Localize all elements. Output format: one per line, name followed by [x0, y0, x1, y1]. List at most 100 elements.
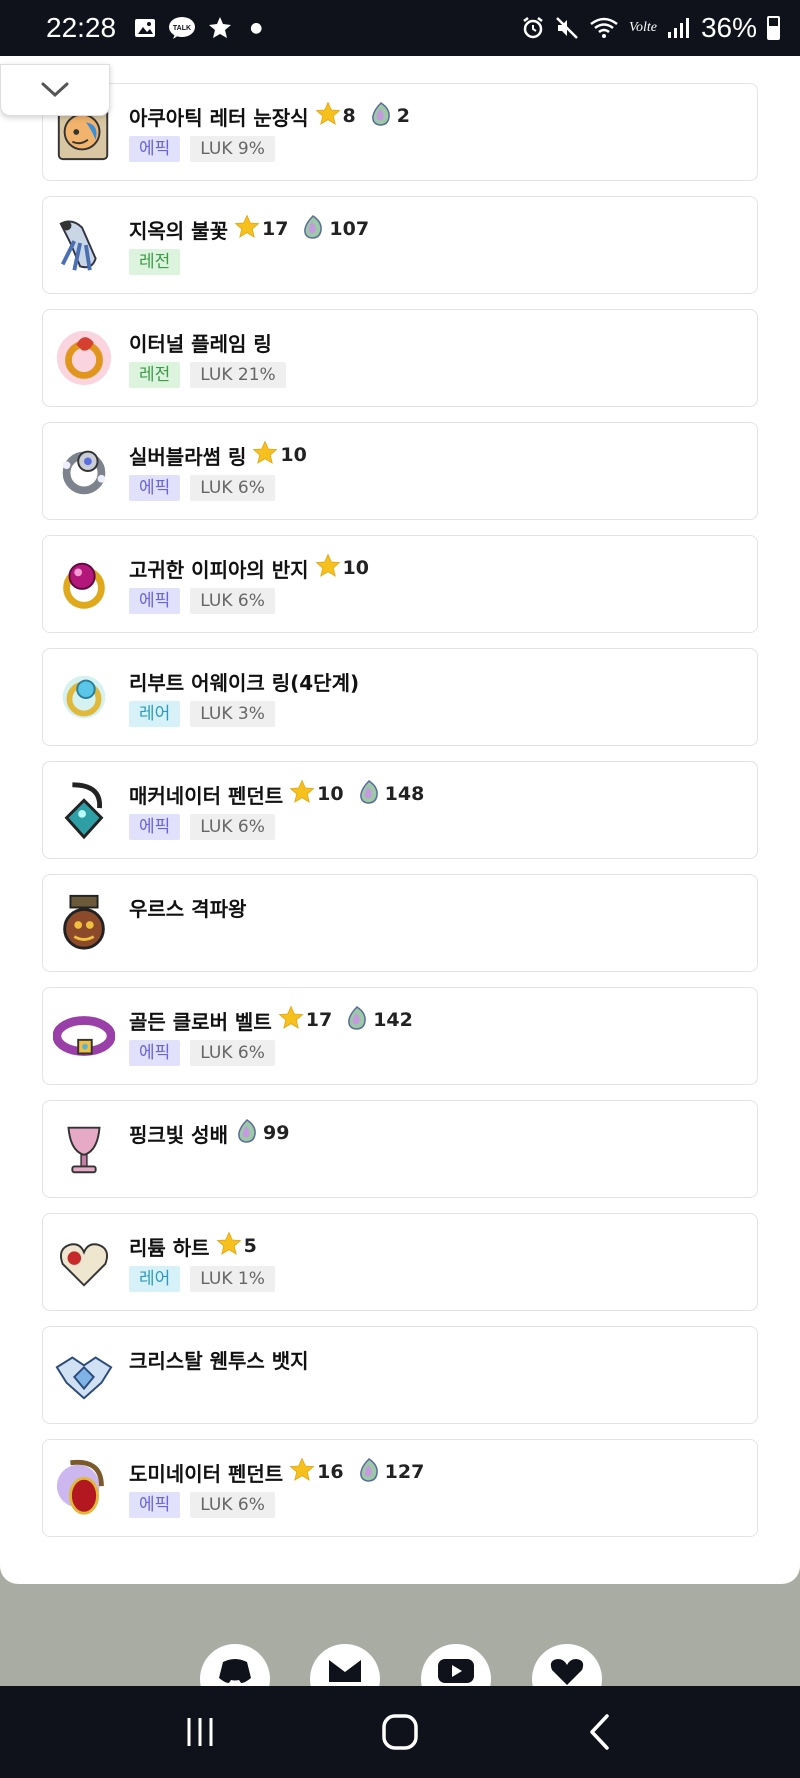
status-time: 22:28 [46, 12, 117, 43]
item-name: 고귀한 이피아의 반지 [129, 557, 309, 582]
svg-text:TALK: TALK [173, 25, 191, 32]
recent-apps-button[interactable] [170, 1702, 230, 1762]
stat-badge: LUK 1% [190, 1266, 275, 1292]
pink-holy-cup-icon [53, 1118, 115, 1180]
flame-score: 127 [384, 1461, 425, 1483]
noble-ifia-ring-icon [53, 553, 115, 615]
grade-badge: 에픽 [129, 588, 181, 614]
equipment-item[interactable]: 리튬 하트 5 레어 LUK 1% [42, 1213, 758, 1311]
item-name: 이터널 플레임 링 [129, 331, 272, 356]
equipment-item[interactable]: 도미네이터 펜던트 16 127 에픽 LUK 6% [42, 1439, 758, 1537]
equipment-item[interactable]: 고귀한 이피아의 반지 10 에픽 LUK 6% [42, 535, 758, 633]
flame-score: 142 [373, 1009, 413, 1031]
starforce-count: 8 [342, 105, 356, 127]
starforce-count: 5 [243, 1235, 257, 1257]
grade-badge: 에픽 [129, 475, 181, 501]
wifi-icon [590, 17, 618, 38]
equipment-item[interactable]: 이터널 플레임 링 레전 LUK 21% [42, 309, 758, 407]
item-name: 도미네이터 펜던트 [129, 1461, 284, 1486]
lithium-heart-icon [53, 1231, 115, 1293]
home-icon [382, 1714, 418, 1750]
flame-icon [234, 1118, 263, 1148]
starforce-count: 10 [280, 444, 307, 466]
star-icon [315, 101, 343, 131]
equipment-item[interactable]: 지옥의 불꽃 17 107 레전 [42, 196, 758, 294]
golden-clover-belt-icon [53, 1005, 115, 1067]
item-name: 리튬 하트 [129, 1235, 210, 1260]
starforce-count: 17 [305, 1009, 333, 1031]
flame-icon [300, 214, 329, 244]
equipment-item[interactable]: 리부트 어웨이크 링(4단계) 레어 LUK 3% [42, 648, 758, 746]
signal-icon [667, 18, 689, 38]
item-name: 아쿠아틱 레터 눈장식 [129, 105, 309, 130]
grade-badge: 레전 [129, 362, 181, 388]
flame-score: 148 [384, 783, 425, 805]
star-icon [234, 214, 262, 244]
star-icon [289, 779, 317, 809]
item-name: 골든 클로버 벨트 [129, 1009, 272, 1034]
grade-badge: 에픽 [129, 1492, 181, 1518]
equipment-item[interactable]: 실버블라썸 링 10 에픽 LUK 6% [42, 422, 758, 520]
recent-apps-icon [187, 1718, 213, 1746]
grade-badge: 에픽 [129, 1040, 181, 1066]
reboot-awake-ring-icon [53, 666, 115, 728]
alarm-icon [523, 17, 543, 39]
stat-badge: LUK 6% [190, 588, 275, 614]
item-name: 크리스탈 웬투스 뱃지 [129, 1348, 309, 1373]
starforce-count: 17 [261, 218, 289, 240]
item-name: 리부트 어웨이크 링(4단계) [129, 670, 360, 695]
equipment-list: 아쿠아틱 레터 눈장식 8 2 에픽 LUK 9% 지옥의 불꽃 17 107 레전 이터널 플레… [42, 83, 758, 1552]
flame-icon [368, 101, 397, 131]
youtube-button[interactable] [421, 1644, 491, 1686]
item-name: 지옥의 불꽃 [129, 218, 228, 243]
star-icon [289, 1457, 317, 1487]
item-name: 실버블라썸 링 [129, 444, 247, 469]
stat-badge: LUK 9% [190, 136, 275, 162]
badge-icon [209, 17, 232, 38]
heart-icon [550, 1659, 584, 1685]
status-bar: 22:28 TALK ● Volte 36% [0, 0, 800, 56]
hell-flame-earring-icon [53, 214, 115, 276]
stat-badge: LUK 3% [190, 701, 275, 727]
starforce-count: 10 [342, 557, 369, 579]
flame-icon [356, 1457, 385, 1487]
system-nav-bar [0, 1686, 800, 1778]
mail-button[interactable] [310, 1644, 380, 1686]
grade-badge: 레어 [129, 701, 181, 727]
grade-badge: 에픽 [129, 814, 181, 840]
equipment-item[interactable]: 핑크빛 성배 99 [42, 1100, 758, 1198]
crystal-ventus-badge-icon [53, 1344, 115, 1406]
equipment-item[interactable]: 매커네이터 펜던트 10 148 에픽 LUK 6% [42, 761, 758, 859]
star-icon [315, 553, 343, 583]
heart-button[interactable] [532, 1644, 602, 1686]
equipment-item[interactable]: 우르스 격파왕 [42, 874, 758, 972]
item-name: 매커네이터 펜던트 [129, 783, 284, 808]
discord-button[interactable] [200, 1644, 270, 1686]
equipment-item[interactable]: 크리스탈 웬투스 뱃지 [42, 1326, 758, 1424]
dominator-pendant-icon [53, 1457, 115, 1519]
grade-badge: 레전 [129, 249, 181, 275]
mute-icon [556, 17, 578, 39]
equipment-item[interactable]: 아쿠아틱 레터 눈장식 8 2 에픽 LUK 9% [42, 83, 758, 181]
back-button[interactable] [570, 1702, 630, 1762]
mail-icon [329, 1660, 361, 1682]
collapse-button[interactable] [0, 64, 110, 116]
discord-icon [219, 1659, 251, 1683]
star-icon [278, 1005, 306, 1035]
silver-blossom-ring-icon [53, 440, 115, 502]
flame-score: 2 [396, 105, 410, 127]
home-button[interactable] [370, 1702, 430, 1762]
starforce-count: 16 [317, 1461, 344, 1483]
stat-badge: LUK 6% [190, 1040, 275, 1066]
volte-icon: Volte [628, 20, 657, 35]
equipment-sheet: 아쿠아틱 레터 눈장식 8 2 에픽 LUK 9% 지옥의 불꽃 17 107 레전 이터널 플레… [0, 56, 800, 1584]
chevron-down-icon [41, 82, 69, 98]
star-icon [252, 440, 280, 470]
starforce-count: 10 [317, 783, 344, 805]
item-name: 우르스 격파왕 [129, 896, 247, 921]
back-icon [590, 1714, 609, 1750]
urus-medal-icon [53, 892, 115, 954]
dot-icon: ● [250, 20, 263, 36]
equipment-item[interactable]: 골든 클로버 벨트 17 142 에픽 LUK 6% [42, 987, 758, 1085]
stat-badge: LUK 6% [190, 814, 275, 840]
